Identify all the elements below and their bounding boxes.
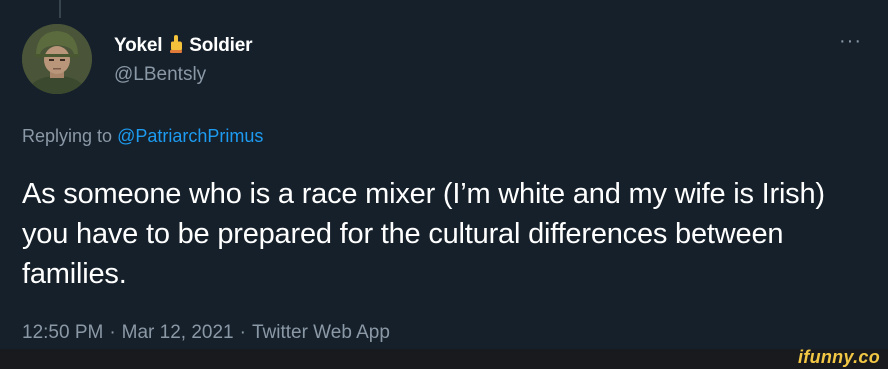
thread-connector-line — [59, 0, 61, 18]
tweet-source: Twitter Web App — [251, 322, 390, 343]
meta-separator: · — [109, 322, 116, 343]
tweet-text: As someone who is a race mixer (I’m whit… — [22, 178, 825, 290]
tweet-metadata: 12:50 PM · Mar 12, 2021 · Twitter Web App — [22, 322, 390, 344]
meta-separator: · — [239, 322, 246, 343]
author-display-name[interactable]: Yokel Soldier — [114, 34, 253, 57]
avatar[interactable] — [22, 24, 92, 94]
pointing-up-hand-icon — [167, 34, 185, 54]
ifunny-watermark: ifunny.co — [797, 347, 880, 367]
replying-to-line: Replying to @PatriarchPrimus — [22, 126, 263, 147]
reply-mention-link[interactable]: @PatriarchPrimus — [117, 126, 263, 146]
avatar-image — [22, 24, 92, 94]
display-name-part2: Soldier — [189, 35, 253, 56]
display-name-part1: Yokel — [114, 35, 163, 56]
tweet-date[interactable]: Mar 12, 2021 — [122, 322, 234, 343]
author-handle[interactable]: @LBentsly — [114, 64, 206, 86]
watermark-bar — [0, 349, 888, 369]
tweet-time[interactable]: 12:50 PM — [22, 322, 103, 343]
replying-to-label: Replying to — [22, 126, 113, 146]
more-options-button[interactable]: ··· — [839, 31, 862, 51]
